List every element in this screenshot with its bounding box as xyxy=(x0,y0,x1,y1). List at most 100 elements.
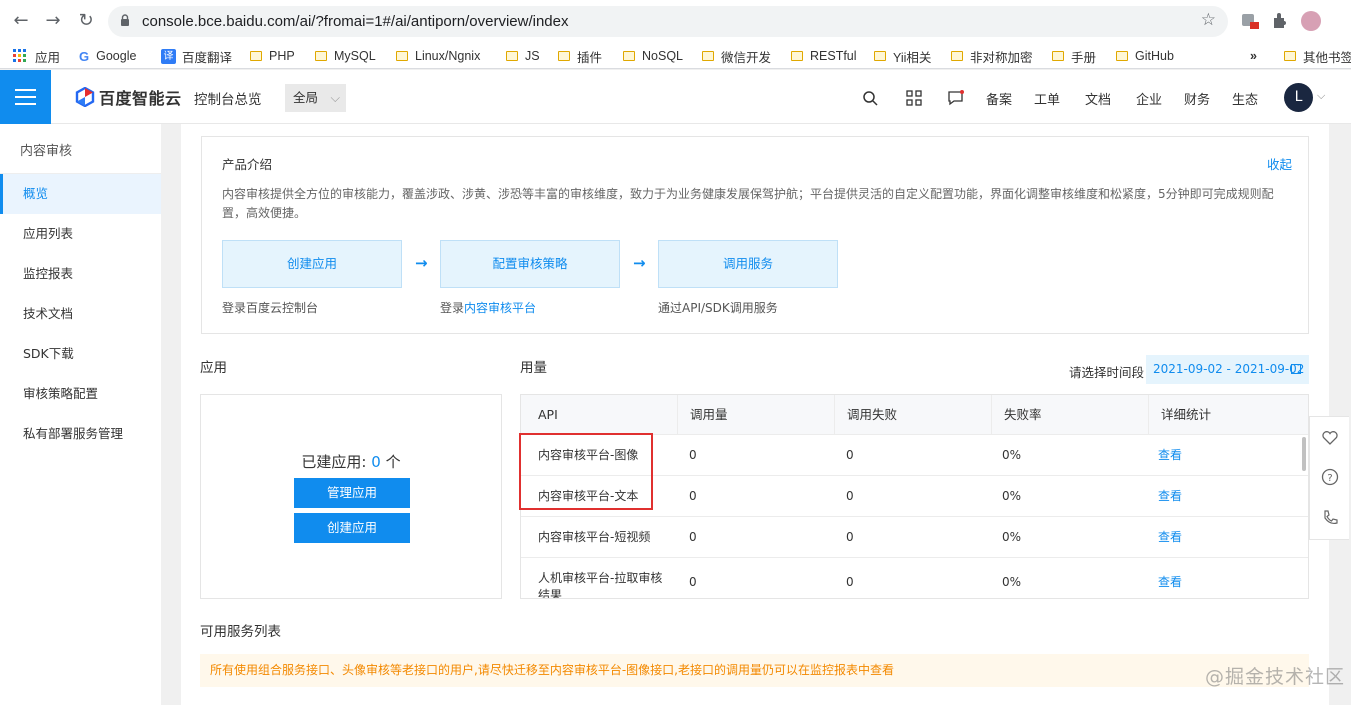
profile-avatar[interactable] xyxy=(1301,11,1321,31)
app-count: 已建应用: 0 个 xyxy=(301,453,401,471)
puzzle-icon[interactable] xyxy=(1270,11,1290,31)
usage-section-title: 用量 xyxy=(520,360,547,376)
nav-link-docs[interactable]: 文档 xyxy=(1085,89,1111,108)
folder-icon xyxy=(951,51,963,61)
call-count: 0 xyxy=(689,575,697,589)
bookmark-restful[interactable]: RESTful xyxy=(791,46,857,66)
failed-count: 0 xyxy=(846,530,854,544)
bookmark-other[interactable]: 其他书签 xyxy=(1284,46,1351,66)
console-overview-link[interactable]: 控制台总览 xyxy=(194,88,262,108)
bookmark-star-icon[interactable]: ☆ xyxy=(1201,10,1216,30)
browser-toolbar: ← → ↻ console.bce.baidu.com/ai/?fromai=1… xyxy=(0,0,1351,42)
audit-platform-link[interactable]: 内容审核平台 xyxy=(464,301,536,315)
back-icon[interactable]: ← xyxy=(9,9,33,33)
extension-icon[interactable] xyxy=(1240,11,1260,31)
sidebar-item-app-list[interactable]: 应用列表 xyxy=(0,214,161,254)
highlight-annotation-box xyxy=(519,433,653,510)
translate-icon: 译 xyxy=(161,48,176,64)
product-intro-panel: 产品介绍 收起 内容审核提供全方位的审核能力，覆盖涉政、涉黄、涉恐等丰富的审核维… xyxy=(201,136,1309,334)
table-scrollbar[interactable] xyxy=(1302,437,1306,471)
menu-icon[interactable] xyxy=(0,70,51,124)
table-header: API 调用量 调用失败 失败率 详细统计 xyxy=(521,395,1308,435)
step-call-service[interactable]: 调用服务 xyxy=(658,240,838,288)
nav-link-enterprise[interactable]: 企业 xyxy=(1136,89,1162,108)
failure-rate: 0% xyxy=(1002,448,1022,462)
bookmark-nosql[interactable]: NoSQL xyxy=(623,46,683,66)
page-gutter xyxy=(1329,124,1351,705)
bookmark-baidu-translate[interactable]: 译百度翻译 xyxy=(161,46,232,66)
bookmark-php[interactable]: PHP xyxy=(250,46,295,66)
migration-notice: 所有使用组合服务接口、头像审核等老接口的用户,请尽快迁移至内容审核平台-图像接口… xyxy=(200,654,1309,687)
date-range-picker[interactable]: 2021-09-02 - 2021-09-02 xyxy=(1146,355,1309,384)
message-icon[interactable] xyxy=(948,90,964,106)
qrcode-icon[interactable] xyxy=(906,90,922,106)
folder-icon xyxy=(623,51,635,61)
phone-icon[interactable] xyxy=(1321,509,1339,527)
collapse-link[interactable]: 收起 xyxy=(1267,154,1292,173)
nav-link-filing[interactable]: 备案 xyxy=(986,89,1012,108)
user-avatar[interactable]: L xyxy=(1284,83,1313,112)
help-icon[interactable]: ? xyxy=(1321,468,1339,486)
search-icon[interactable] xyxy=(862,90,878,106)
bookmark-linux[interactable]: Linux/Ngnix xyxy=(396,46,480,66)
bookmark-mysql[interactable]: MySQL xyxy=(315,46,376,66)
reload-icon[interactable]: ↻ xyxy=(74,9,98,33)
nav-link-ecosystem[interactable]: 生态 xyxy=(1232,89,1258,108)
sidebar-item-monitor[interactable]: 监控报表 xyxy=(0,254,161,294)
view-link[interactable]: 查看 xyxy=(1158,476,1182,517)
chevron-down-icon[interactable]: ⌵ xyxy=(1317,89,1325,103)
bookmark-js[interactable]: JS xyxy=(506,46,540,66)
folder-icon xyxy=(506,51,518,61)
heart-icon[interactable] xyxy=(1321,429,1339,447)
failure-rate: 0% xyxy=(1002,489,1022,503)
address-bar[interactable]: console.bce.baidu.com/ai/?fromai=1#/ai/a… xyxy=(108,6,1228,37)
folder-icon xyxy=(1116,51,1128,61)
view-link[interactable]: 查看 xyxy=(1158,435,1182,476)
region-select[interactable]: 全局 ⌵ xyxy=(285,84,346,112)
column-header: 失败率 xyxy=(991,395,1148,435)
sidebar-item-docs[interactable]: 技术文档 xyxy=(0,294,161,334)
bookmark-yii[interactable]: Yii相关 xyxy=(874,46,931,66)
table-row: 人机审核平台-拉取审核结果 0 0 0% 查看 xyxy=(521,558,1308,599)
sidebar-item-private-deploy[interactable]: 私有部署服务管理 xyxy=(0,414,161,454)
view-link[interactable]: 查看 xyxy=(1158,517,1182,558)
step-configure-policy[interactable]: 配置审核策略 xyxy=(440,240,620,288)
column-header: 调用失败 xyxy=(834,395,991,435)
apps-panel: 已建应用: 0 个 管理应用 创建应用 xyxy=(200,394,502,599)
logo[interactable]: 百度智能云 xyxy=(75,86,182,108)
forward-icon[interactable]: → xyxy=(41,9,65,33)
apps-section-title: 应用 xyxy=(200,360,227,376)
view-link[interactable]: 查看 xyxy=(1158,562,1182,598)
bookmark-github[interactable]: GitHub xyxy=(1116,46,1174,66)
create-app-button[interactable]: 创建应用 xyxy=(294,513,410,543)
chevron-down-icon: ⌵ xyxy=(330,90,340,105)
google-icon: G xyxy=(79,48,90,64)
bookmarks-more-button[interactable]: » xyxy=(1250,46,1257,66)
sidebar-item-overview[interactable]: 概览 xyxy=(0,174,161,214)
api-name: 人机审核平台-拉取审核结果 xyxy=(538,571,663,599)
failed-count: 0 xyxy=(846,489,854,503)
bookmark-google[interactable]: G Google xyxy=(79,46,136,66)
table-row: 内容审核平台-短视频 0 0 0% 查看 xyxy=(521,517,1308,558)
manage-apps-button[interactable]: 管理应用 xyxy=(294,478,410,508)
sidebar-item-sdk[interactable]: SDK下载 xyxy=(0,334,161,374)
baidu-cloud-logo-icon xyxy=(75,87,95,107)
bookmark-manual[interactable]: 手册 xyxy=(1052,46,1096,66)
bookmark-wechat[interactable]: 微信开发 xyxy=(702,46,771,66)
failed-count: 0 xyxy=(846,448,854,462)
sidebar-item-policy[interactable]: 审核策略配置 xyxy=(0,374,161,414)
bookmark-plugins[interactable]: 插件 xyxy=(558,46,602,66)
step-caption: 登录百度云控制台 xyxy=(222,301,319,315)
folder-icon xyxy=(1284,51,1296,61)
folder-icon xyxy=(315,51,327,61)
nav-link-finance[interactable]: 财务 xyxy=(1184,89,1210,108)
nav-link-ticket[interactable]: 工单 xyxy=(1034,89,1060,108)
bookmark-apps[interactable]: 应用 xyxy=(13,46,60,66)
step-create-app[interactable]: 创建应用 xyxy=(222,240,402,288)
arrow-right-icon: → xyxy=(415,254,428,272)
date-range-label: 请选择时间段 xyxy=(1069,365,1145,380)
failed-count: 0 xyxy=(846,575,854,589)
watermark: @掘金技术社区 xyxy=(1205,666,1346,688)
folder-icon xyxy=(396,51,408,61)
bookmark-crypto[interactable]: 非对称加密 xyxy=(951,46,1033,66)
